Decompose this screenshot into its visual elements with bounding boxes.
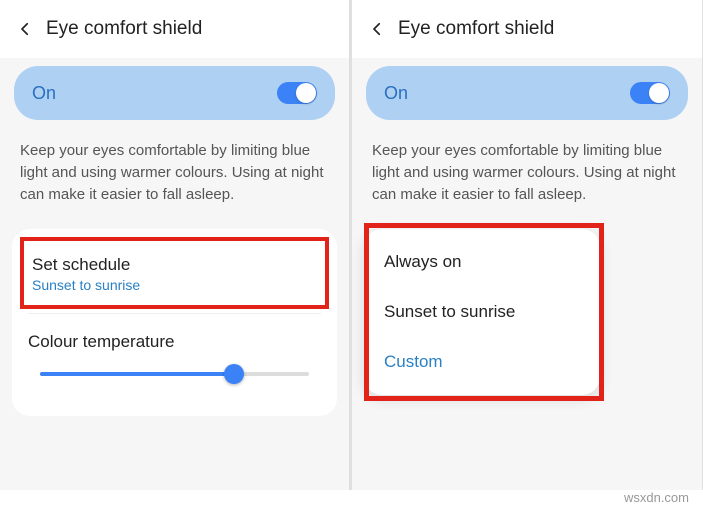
set-schedule-label: Set schedule	[32, 255, 317, 275]
settings-panel-right: Eye comfort shield On Keep your eyes com…	[352, 0, 702, 490]
settings-card: Set schedule Sunset to sunrise Colour te…	[12, 229, 337, 416]
header: Eye comfort shield	[352, 0, 702, 58]
back-icon[interactable]	[366, 18, 388, 40]
watermark: wsxdn.com	[624, 490, 689, 505]
toggle-label: On	[384, 83, 408, 104]
colour-temperature-row: Colour temperature	[20, 318, 329, 408]
master-toggle-card[interactable]: On	[14, 66, 335, 120]
option-always-on[interactable]: Always on	[364, 237, 600, 287]
header: Eye comfort shield	[0, 0, 349, 58]
slider-thumb-icon[interactable]	[224, 364, 244, 384]
schedule-popup: Always on Sunset to sunrise Custom	[364, 229, 600, 395]
option-sunset-to-sunrise[interactable]: Sunset to sunrise	[364, 287, 600, 337]
master-toggle-card[interactable]: On	[366, 66, 688, 120]
toggle-label: On	[32, 83, 56, 104]
back-icon[interactable]	[14, 18, 36, 40]
option-custom[interactable]: Custom	[364, 337, 600, 387]
settings-panel-left: Eye comfort shield On Keep your eyes com…	[0, 0, 350, 490]
divider	[28, 313, 321, 314]
page-title: Eye comfort shield	[398, 18, 554, 40]
toggle-switch-icon[interactable]	[630, 82, 670, 104]
page-title: Eye comfort shield	[46, 18, 202, 40]
description-text: Keep your eyes comfortable by limiting b…	[352, 120, 702, 229]
description-text: Keep your eyes comfortable by limiting b…	[0, 120, 349, 229]
set-schedule-value: Sunset to sunrise	[32, 277, 317, 293]
slider-fill	[40, 372, 234, 376]
colour-temperature-label: Colour temperature	[28, 332, 321, 352]
set-schedule-row[interactable]: Set schedule Sunset to sunrise	[20, 237, 329, 309]
toggle-switch-icon[interactable]	[277, 82, 317, 104]
colour-temperature-slider[interactable]	[40, 362, 309, 386]
schedule-popup-wrap: Always on Sunset to sunrise Custom	[364, 229, 690, 395]
